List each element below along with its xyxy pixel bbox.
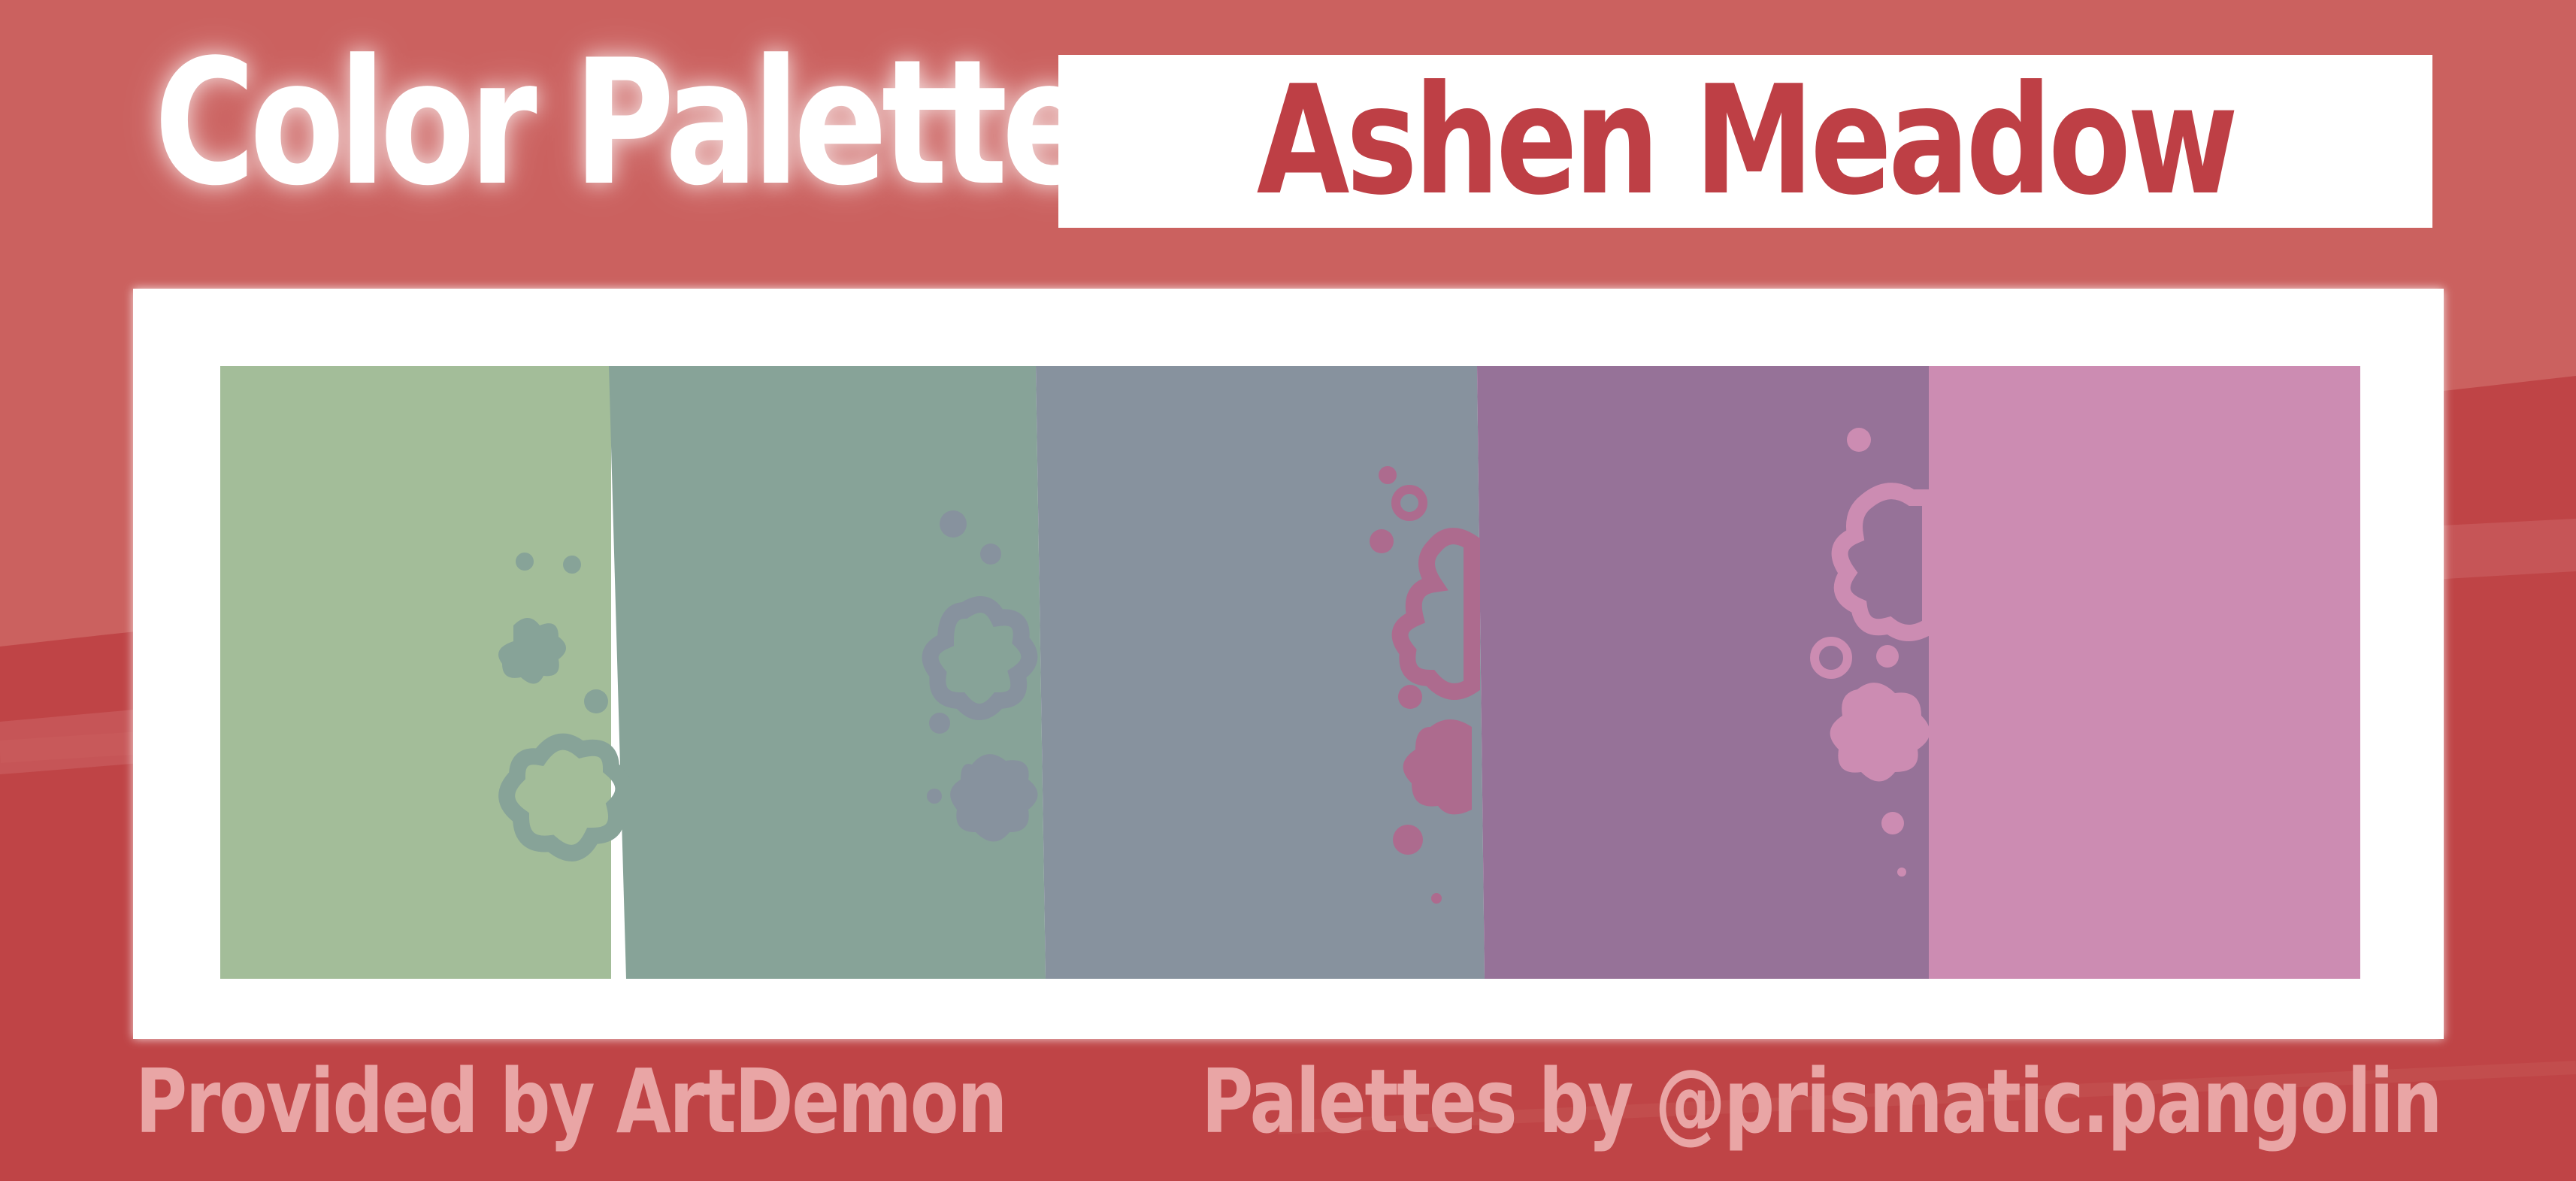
page-title: Color Palette xyxy=(154,23,1095,224)
credit-text: Provided by ArtDemon xyxy=(135,1049,1007,1153)
palette-name: Ashen Meadow xyxy=(1256,53,2238,229)
palette-swatches xyxy=(220,366,2360,979)
swatch-2 xyxy=(609,366,1046,979)
swatch-5 xyxy=(1929,366,2360,979)
author-text: Palettes by @prismatic.pangolin xyxy=(1201,1049,2442,1153)
swatch-4 xyxy=(1477,366,1933,979)
palette-name-box: Ashen Meadow xyxy=(1058,55,2432,228)
